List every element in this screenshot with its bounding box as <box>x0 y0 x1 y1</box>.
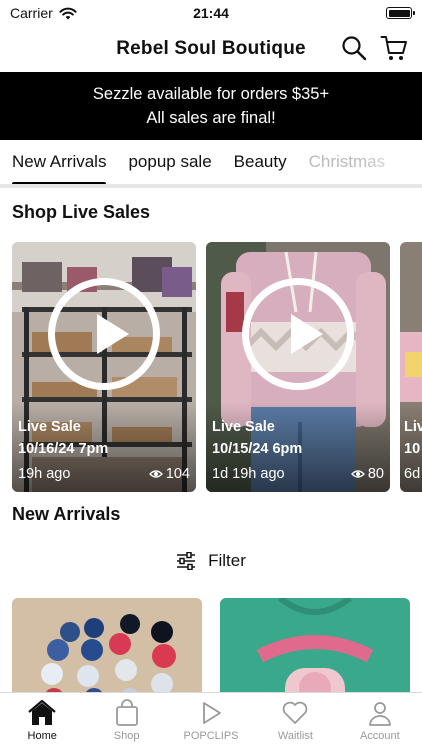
filter-icon <box>177 552 196 570</box>
carrier-label: Carrier <box>10 5 53 21</box>
live-sale-date: 10 <box>404 441 421 457</box>
store-title: Rebel Soul Boutique <box>116 38 306 59</box>
live-sale-label: Live Sale <box>18 419 81 435</box>
tabs-fade-overlay <box>362 140 422 184</box>
live-sale-date: 10/15/24 6pm <box>212 441 303 457</box>
category-tabs: New Arrivals popup sale Beauty Christmas <box>0 140 422 188</box>
live-sale-ago: 1d 19h ago <box>212 466 285 482</box>
play-icon <box>203 702 221 724</box>
eye-icon <box>350 470 365 478</box>
live-sale-ago: 6d <box>404 466 421 482</box>
play-icon[interactable] <box>48 278 160 390</box>
tabbar-label: Waitlist <box>277 730 313 742</box>
live-sale-info: Liv 10 6d <box>404 416 422 484</box>
live-sale-info: Live Sale 10/15/24 6pm 1d 19h ago 80 <box>212 416 384 484</box>
section-title-live-sales: Shop Live Sales <box>12 202 151 222</box>
live-sale-meta: 1d 19h ago 80 <box>212 464 384 484</box>
wifi-icon <box>59 7 77 19</box>
promo-banner: Sezzle available for orders $35+ All sal… <box>0 72 422 140</box>
live-sale-card[interactable]: Live Sale 10/15/24 6pm 1d 19h ago 80 <box>206 242 390 492</box>
status-left: Carrier <box>10 5 77 21</box>
filter-button[interactable]: Filter <box>0 546 422 576</box>
search-button[interactable] <box>340 34 368 62</box>
live-sale-meta: 19h ago 104 <box>18 464 190 484</box>
eye-icon <box>148 470 163 478</box>
status-bar: Carrier 21:44 <box>0 0 422 26</box>
view-count-value: 104 <box>165 466 190 482</box>
play-icon[interactable] <box>242 278 354 390</box>
banner-line-1: Sezzle available for orders $35+ <box>92 85 330 103</box>
live-sale-label: Live Sale <box>212 419 275 435</box>
search-icon <box>342 36 367 61</box>
live-sale-ago: 19h ago <box>18 466 71 482</box>
tabbar-item-popclips[interactable]: POPCLIPS <box>169 693 253 750</box>
bottom-tab-bar: Home Shop POPCLIPS Waitlist Account <box>0 692 422 750</box>
view-count: 80 <box>350 464 384 484</box>
live-sale-card[interactable]: Liv 10 6d <box>400 242 422 492</box>
tab-beauty[interactable]: Beauty <box>234 140 287 184</box>
live-sale-meta: 6d <box>404 464 422 484</box>
view-count-value: 80 <box>367 466 384 482</box>
home-icon <box>28 699 56 725</box>
tabbar-label: POPCLIPS <box>183 730 239 742</box>
filter-label: Filter <box>208 551 246 570</box>
tabbar-item-waitlist[interactable]: Waitlist <box>253 693 337 750</box>
banner-line-2: All sales are final! <box>146 109 276 127</box>
tabbar-item-account[interactable]: Account <box>338 693 422 750</box>
battery-icon <box>386 7 415 19</box>
live-sale-label: Liv <box>404 419 422 435</box>
cart-icon <box>380 36 407 60</box>
tabbar-item-home[interactable]: Home <box>0 693 84 750</box>
heart-icon <box>283 701 308 724</box>
tab-new-arrivals[interactable]: New Arrivals <box>12 140 107 184</box>
cart-button[interactable] <box>380 34 408 62</box>
bag-icon <box>115 699 138 726</box>
view-count: 104 <box>148 464 190 484</box>
live-sale-info: Live Sale 10/16/24 7pm 19h ago 104 <box>18 416 190 484</box>
section-title-new-arrivals: New Arrivals <box>12 504 121 524</box>
tab-popup-sale[interactable]: popup sale <box>128 140 211 184</box>
tabbar-label: Shop <box>113 730 140 742</box>
live-sales-carousel: Live Sale 10/16/24 7pm 19h ago 104 Live … <box>0 242 422 492</box>
header-actions <box>340 34 408 62</box>
tabbar-item-shop[interactable]: Shop <box>84 693 168 750</box>
person-icon <box>368 702 391 726</box>
app-header: Rebel Soul Boutique <box>0 26 422 72</box>
tabbar-label: Home <box>27 730 57 742</box>
live-sale-date: 10/16/24 7pm <box>18 441 109 457</box>
tabbar-label: Account <box>359 730 400 742</box>
live-sale-card[interactable]: Live Sale 10/16/24 7pm 19h ago 104 <box>12 242 196 492</box>
